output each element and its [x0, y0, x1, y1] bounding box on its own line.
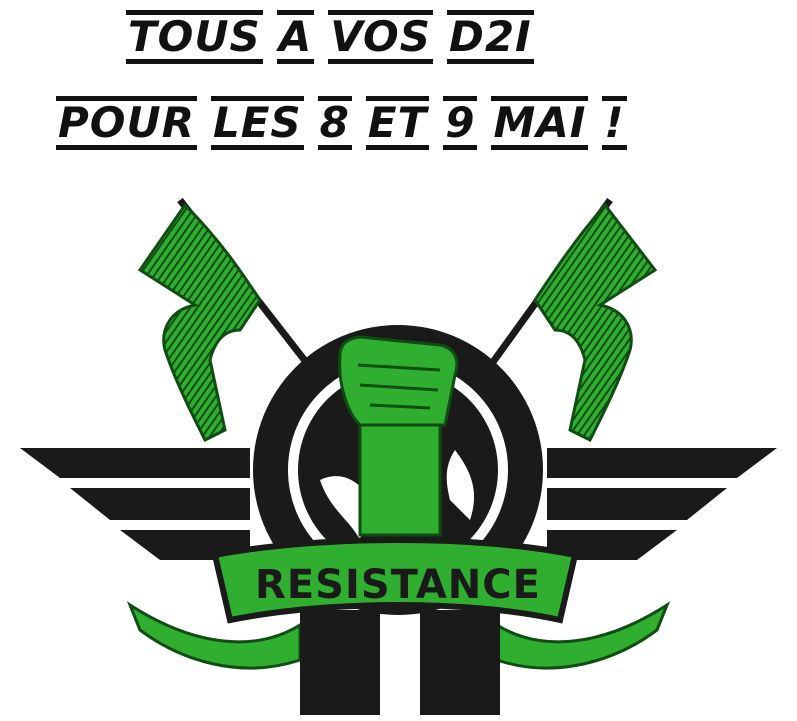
- resistance-banner: RESISTANCE: [211, 537, 579, 624]
- headline-word: ET: [365, 96, 430, 150]
- headline-line-1: TOUS A VOS D2I: [126, 10, 548, 64]
- headline: TOUS A VOS D2I POUR LES 8 ET 9 MAI!: [0, 0, 797, 180]
- headline-word: MAI: [491, 96, 589, 150]
- left-flag: [137, 202, 262, 443]
- headline-word: 9: [443, 96, 478, 150]
- banner-text: RESISTANCE: [255, 562, 541, 608]
- headline-word: VOS: [328, 10, 433, 64]
- headline-word: TOUS: [126, 10, 263, 64]
- headline-word: D2I: [446, 10, 534, 64]
- headline-word: A: [276, 10, 315, 64]
- resistance-logo: RESISTANCE: [20, 197, 777, 715]
- headline-line-2: POUR LES 8 ET 9 MAI!: [56, 96, 641, 150]
- left-wing: [20, 448, 250, 560]
- headline-word: LES: [210, 96, 304, 150]
- left-base-post: [300, 610, 380, 715]
- right-base-post: [420, 610, 500, 715]
- headline-word: 8: [317, 96, 352, 150]
- headline-word: POUR: [56, 96, 197, 150]
- right-flag: [533, 202, 658, 443]
- headline-word: !: [602, 96, 627, 150]
- right-wing: [547, 448, 777, 560]
